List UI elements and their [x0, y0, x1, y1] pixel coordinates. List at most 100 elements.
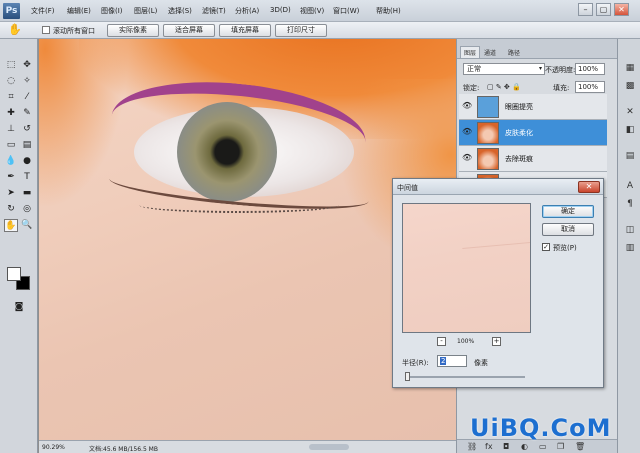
options-bar: ✋ 滚动所有窗口 实际像素 适合屏幕 填充屏幕 打印尺寸 [0, 22, 640, 39]
menu-view[interactable]: 视图(V) [300, 6, 324, 16]
new-group-icon[interactable]: ▭ [539, 442, 547, 452]
menu-analysis[interactable]: 分析(A) [235, 6, 259, 16]
shape-tool-icon[interactable]: ▬ [20, 187, 34, 200]
menu-file[interactable]: 文件(F) [31, 6, 55, 16]
radius-slider-thumb[interactable] [405, 372, 410, 381]
zoom-tool-icon[interactable]: 🔍 [20, 219, 34, 232]
menu-3d[interactable]: 3D(D) [270, 6, 291, 14]
zoom-level[interactable]: 90.29% [42, 444, 65, 451]
layer-thumbnail [477, 96, 499, 118]
menu-edit[interactable]: 编辑(E) [67, 6, 91, 16]
preview-label: 预览(P) [553, 244, 577, 252]
magic-wand-icon[interactable]: ✧ [20, 75, 34, 88]
fit-screen-button[interactable]: 适合屏幕 [163, 24, 215, 37]
hand-tool-icon[interactable]: ✋ [8, 24, 22, 36]
scroll-all-windows-checkbox[interactable] [42, 26, 50, 34]
print-size-button[interactable]: 打印尺寸 [275, 24, 327, 37]
info-panel-icon[interactable]: ▥ [623, 241, 637, 255]
layer-row-selected[interactable]: 👁 皮肤柔化 [459, 120, 607, 146]
foreground-color-swatch[interactable] [7, 267, 21, 281]
menu-bar: Ps 文件(F) 编辑(E) 图像(I) 图层(L) 选择(S) 滤镜(T) 分… [0, 0, 640, 22]
menu-layer[interactable]: 图层(L) [134, 6, 157, 16]
color-panel-icon[interactable]: ▦ [623, 61, 637, 75]
blur-tool-icon[interactable]: 💧 [4, 155, 18, 168]
3d-orbit-icon[interactable]: ◎ [20, 203, 34, 216]
history-brush-icon[interactable]: ↺ [20, 123, 34, 136]
fill-label: 填充: [553, 84, 570, 92]
maximize-button[interactable]: ▢ [596, 3, 611, 16]
adjustments-panel-icon[interactable]: ✕ [623, 105, 637, 119]
filter-preview[interactable] [402, 203, 531, 333]
fill-screen-button[interactable]: 填充屏幕 [219, 24, 271, 37]
horizontal-scrollbar[interactable] [309, 444, 349, 450]
median-filter-dialog: 中间值 ✕ - 100% + 确定 取消 ✓ 预览(P) 半径(R): 2 像素 [392, 178, 604, 388]
ok-button[interactable]: 确定 [542, 205, 594, 218]
lashes-region [139, 197, 339, 213]
minimize-button[interactable]: – [578, 3, 593, 16]
lock-icons[interactable]: ▢ ✎ ✥ 🔒 [487, 83, 521, 91]
layer-name: 去除斑痕 [505, 155, 533, 163]
marquee-tool-icon[interactable]: ⬚ [4, 59, 18, 72]
delete-layer-icon[interactable]: 🗑 [575, 442, 585, 452]
radius-label: 半径(R): [402, 359, 429, 367]
move-tool-icon[interactable]: ✥ [20, 59, 34, 72]
dodge-tool-icon[interactable]: ● [20, 155, 34, 168]
add-mask-icon[interactable]: ◘ [503, 442, 509, 452]
tab-layers[interactable]: 图层 [460, 46, 481, 58]
close-button[interactable]: ✕ [614, 3, 629, 16]
new-layer-icon[interactable]: ❐ [557, 442, 564, 452]
preview-checkbox[interactable]: ✓ [542, 243, 550, 251]
menu-image[interactable]: 图像(I) [101, 6, 123, 16]
swatches-panel-icon[interactable]: ▩ [623, 79, 637, 93]
menu-filter[interactable]: 滤镜(T) [202, 6, 226, 16]
eraser-tool-icon[interactable]: ▭ [4, 139, 18, 152]
layer-row[interactable]: 👁 眼圈提亮 [459, 94, 607, 120]
brush-tool-icon[interactable]: ✎ [20, 107, 34, 120]
radius-input[interactable]: 2 [437, 355, 467, 367]
paragraph-panel-icon[interactable]: ¶ [623, 197, 637, 211]
path-select-icon[interactable]: ➤ [4, 187, 18, 200]
history-panel-icon[interactable]: ▤ [623, 149, 637, 163]
opacity-label: 不透明度: [545, 66, 576, 74]
hand-tool-active-icon[interactable]: ✋ [4, 219, 18, 232]
fill-input[interactable]: 100% [575, 81, 605, 93]
visibility-eye-icon[interactable]: 👁 [462, 153, 472, 163]
3d-rotate-icon[interactable]: ↻ [4, 203, 18, 216]
photoshop-window: Ps 文件(F) 编辑(E) 图像(I) 图层(L) 选择(S) 滤镜(T) 分… [0, 0, 640, 453]
dialog-titlebar[interactable]: 中间值 ✕ [393, 179, 603, 195]
pen-tool-icon[interactable]: ✒ [4, 171, 18, 184]
adjustment-layer-icon[interactable]: ◐ [521, 442, 528, 452]
layer-name: 眼圈提亮 [505, 103, 533, 111]
clone-stamp-icon[interactable]: ⊥ [4, 123, 18, 136]
lasso-tool-icon[interactable]: ◌ [4, 75, 18, 88]
dialog-close-button[interactable]: ✕ [578, 181, 600, 193]
gradient-tool-icon[interactable]: ▤ [20, 139, 34, 152]
radius-unit: 像素 [474, 359, 488, 367]
healing-brush-icon[interactable]: ✚ [4, 107, 18, 120]
eyedropper-icon[interactable]: ⁄ [20, 91, 34, 104]
zoom-in-button[interactable]: + [492, 337, 501, 346]
tab-paths[interactable]: 路径 [508, 48, 520, 57]
layer-row[interactable]: 👁 去除斑痕 [459, 146, 607, 172]
crop-tool-icon[interactable]: ⌗ [4, 91, 18, 104]
tab-channels[interactable]: 通道 [484, 48, 496, 57]
menu-select[interactable]: 选择(S) [168, 6, 192, 16]
type-tool-icon[interactable]: T [20, 171, 34, 184]
layer-style-icon[interactable]: fx [485, 442, 493, 452]
cancel-button[interactable]: 取消 [542, 223, 594, 236]
opacity-input[interactable]: 100% [575, 63, 605, 75]
visibility-eye-icon[interactable]: 👁 [462, 101, 472, 111]
zoom-out-button[interactable]: - [437, 337, 446, 346]
blend-mode-select[interactable]: 正常 [463, 63, 545, 75]
radius-slider-track[interactable] [405, 376, 525, 378]
link-layers-icon[interactable]: ⛓ [467, 442, 477, 452]
menu-window[interactable]: 窗口(W) [333, 6, 359, 16]
menu-help[interactable]: 帮助(H) [376, 6, 401, 16]
navigator-panel-icon[interactable]: ◫ [623, 223, 637, 237]
visibility-eye-icon[interactable]: 👁 [462, 127, 472, 137]
masks-panel-icon[interactable]: ◧ [623, 123, 637, 137]
lock-label: 锁定: [463, 84, 480, 92]
brush-panel-icon[interactable]: A [623, 179, 637, 193]
quick-mask-icon[interactable]: ◙ [12, 301, 26, 314]
actual-pixels-button[interactable]: 实际像素 [107, 24, 159, 37]
